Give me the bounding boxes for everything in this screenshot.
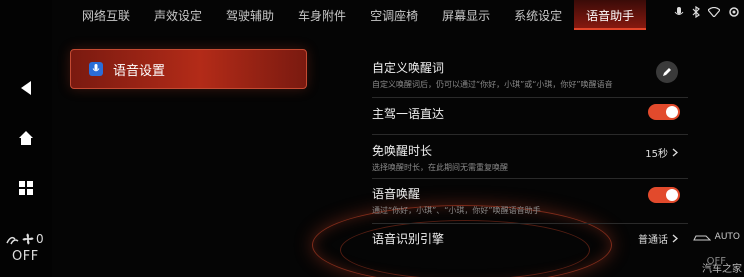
apps-button[interactable] [14,176,38,200]
setting-description: 通过“你好，小琪”、“小琪，你好”唤醒语音助手 [372,206,541,215]
fan-level: 0 [36,232,44,246]
setting-voice-wake: 语音唤醒 通过“你好，小琪”、“小琪，你好”唤醒语音助手 [372,179,688,224]
engine-value: 普通话 [638,235,668,246]
tab-bar: 网络互联 声效设定 驾驶辅助 车身附件 空调座椅 屏幕显示 系统设定 语音助手 [70,0,647,30]
wifi-icon [708,7,720,17]
driver-direct-toggle[interactable] [648,104,680,120]
voice-settings-list: 自定义唤醒词 自定义唤醒词后，仍可以通过“你好，小琪”或“小琪，你好”唤醒语音 … [372,50,688,254]
microphone-icon [89,62,103,76]
setting-description: 自定义唤醒词后，仍可以通过“你好，小琪”或“小琪，你好”唤醒语音 [372,80,613,89]
menu-item-label: 语音设置 [113,63,166,79]
tab-body-accessories[interactable]: 车身附件 [286,0,358,30]
back-arrow-icon [21,81,31,95]
setting-recognition-engine[interactable]: 语音识别引擎 普通话 [372,224,688,254]
car-airflow-icon [692,235,711,241]
airflow-icon [6,236,19,245]
tab-network[interactable]: 网络互联 [70,0,142,30]
auto-label: AUTO [714,232,740,242]
setting-description: 选择唤醒时长，在此期间无需重复唤醒 [372,163,508,172]
toggle-knob [666,189,678,201]
tab-display[interactable]: 屏幕显示 [430,0,502,30]
pencil-icon [663,68,671,76]
duration-value: 15秒 [645,149,668,160]
setting-wake-free-duration[interactable]: 免唤醒时长 选择唤醒时长，在此期间无需重复唤醒 15秒 [372,135,688,179]
tab-driving-assist[interactable]: 驾驶辅助 [214,0,286,30]
back-button[interactable] [14,76,38,100]
setting-title: 语音唤醒 [372,187,421,201]
status-icons [674,6,740,18]
climate-status: OFF [12,249,39,264]
home-button[interactable] [14,126,38,150]
right-climate-control[interactable]: AUTO [692,232,740,242]
tab-sound[interactable]: 声效设定 [142,0,214,30]
setting-title: 主驾一语直达 [372,107,445,121]
setting-custom-wake-word[interactable]: 自定义唤醒词 自定义唤醒词后，仍可以通过“你好，小琪”或“小琪，你好”唤醒语音 [372,50,688,98]
home-icon [19,131,33,145]
setting-title: 自定义唤醒词 [372,61,445,75]
chevron-right-icon [672,234,678,243]
settings-icon [729,7,739,17]
chevron-right-icon [672,148,678,157]
bluetooth-icon [692,6,700,18]
edit-wake-word-button[interactable] [656,61,678,83]
left-rail: 0 OFF [0,0,52,277]
recognition-engine-value[interactable]: 普通话 [638,231,678,246]
tab-voice-assistant[interactable]: 语音助手 [574,0,647,30]
mic-status-icon [674,6,684,15]
setting-driver-direct: 主驾一语直达 [372,98,688,135]
tab-climate-seats[interactable]: 空调座椅 [358,0,430,30]
tab-system[interactable]: 系统设定 [502,0,574,30]
voice-wake-toggle[interactable] [648,187,680,203]
grid-icon [19,181,33,195]
climate-control[interactable]: 0 OFF [6,232,50,264]
setting-title: 免唤醒时长 [372,144,433,158]
watermark: 汽车之家 [702,264,742,275]
wake-free-duration-value[interactable]: 15秒 [645,145,678,160]
menu-item-voice-settings[interactable]: 语音设置 [70,49,307,89]
fan-icon [22,233,34,245]
toggle-knob [666,106,678,118]
